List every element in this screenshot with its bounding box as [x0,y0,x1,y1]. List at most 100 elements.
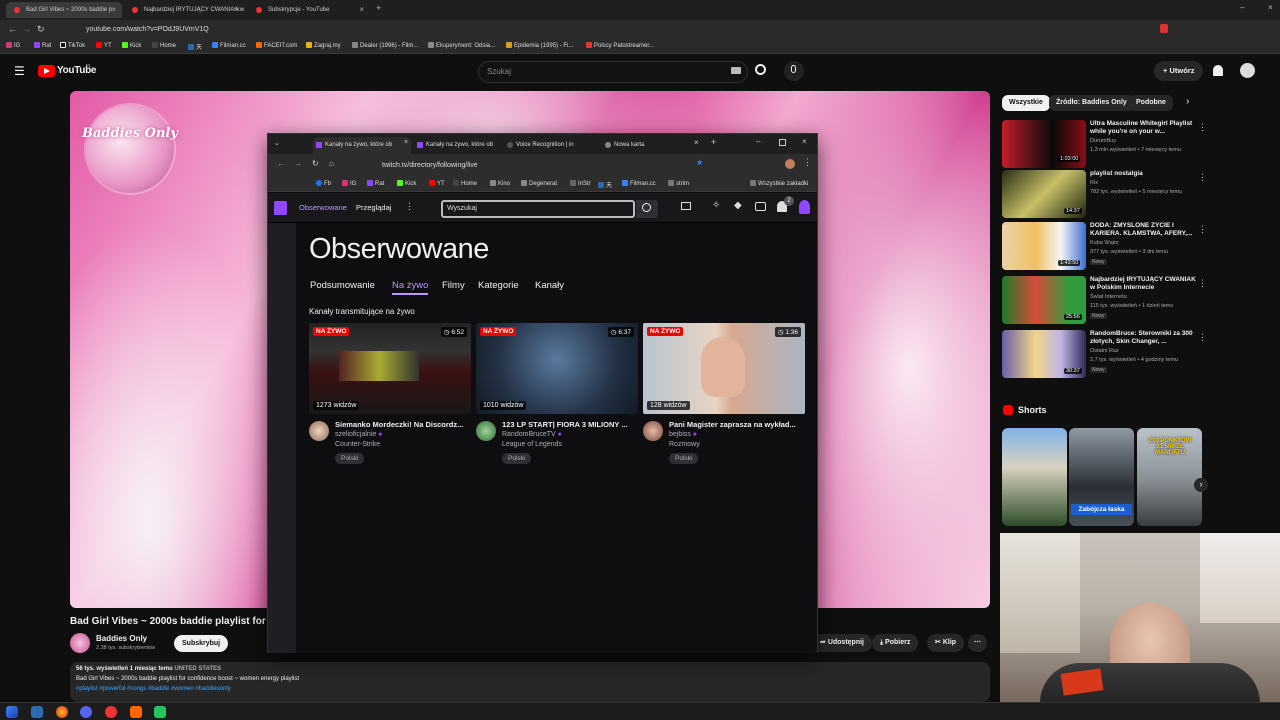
minimize-icon[interactable]: – [1240,3,1244,12]
notifications-bell-icon[interactable] [1213,65,1223,76]
bookmark[interactable]: 天 [188,42,202,51]
description-tags[interactable]: #playlist #powerful #songs #baddie #wome… [76,686,231,692]
bookmark[interactable]: Home [152,42,176,49]
kebab-menu-icon[interactable]: ⋮ [1198,224,1207,235]
tab-summary[interactable]: Podsumowanie [310,280,375,291]
stream-title[interactable]: Pani Magister zaprasza na wykład... [669,420,805,429]
bookmark[interactable]: Epidemia (1995) - Fi... [506,42,573,49]
home-icon[interactable]: ⌂ [329,159,334,168]
short-card[interactable]: 210 PUNKTÓW 31 500 ZŁ MANDATU [1137,428,1202,526]
forward-icon[interactable]: → [22,24,31,34]
bookmark[interactable]: Degenerat [521,180,557,187]
stream-card[interactable]: NA ŻYWO ◷ 6:52 1273 widzów Siemanko Mord… [309,323,471,464]
kebab-menu-icon[interactable]: ⋮ [1198,332,1207,343]
search-input[interactable]: Szukaj [478,61,748,83]
close-icon[interactable]: × [694,138,699,147]
short-card[interactable] [1002,428,1067,526]
chrome-icon[interactable] [56,706,68,718]
recommended-video[interactable]: 30:37 RandomBruce: Sterowniki za 300 zło… [1002,330,1207,380]
app-icon[interactable] [105,706,117,718]
nav-following[interactable]: Obserwowane [299,203,347,212]
bookmark[interactable]: Home [453,180,477,187]
start-menu-icon[interactable] [6,706,18,718]
share-button[interactable]: ➦ Udostępnij [812,634,872,652]
bookmark[interactable]: Fb [316,180,331,187]
bookmark[interactable]: YT [429,180,445,187]
inbox-icon[interactable] [755,202,766,211]
avatar[interactable] [1240,63,1255,78]
chevron-right-icon[interactable]: › [1194,478,1208,492]
create-button[interactable]: + Utwórz [1154,61,1204,81]
reload-icon[interactable]: ↻ [37,24,45,35]
app-icon[interactable] [154,706,166,718]
bookmark[interactable]: Wszystkie zakładki [750,180,808,187]
twitch-tab[interactable]: Nowa karta [602,137,682,154]
bookmark[interactable]: IG [342,180,356,187]
close-icon[interactable]: × [359,2,364,18]
bits-icon[interactable]: ◆ [734,200,742,211]
nav-browse[interactable]: Przeglądaj [356,203,391,212]
profile-icon[interactable] [785,159,795,169]
back-icon[interactable]: ← [8,24,17,34]
brave-shield-icon[interactable] [1160,24,1168,33]
search-icon[interactable] [755,64,766,75]
clip-button[interactable]: ✂ Klip [927,634,965,652]
language-tag[interactable]: Polski [502,453,532,464]
outer-tab[interactable]: Subskrypcje - YouTube × [248,2,370,18]
tab-list-icon[interactable]: ⌄ [274,139,280,147]
bookmark[interactable]: Filman.cc [622,180,656,187]
outer-tab[interactable]: Najbardziej IRYTUJĄCY CWANIAK w × [124,2,246,18]
subscribe-button[interactable]: Subskrybuj [174,635,229,652]
stream-card[interactable]: NA ŻYWO ◷ 1:36 128 widzów Pani Magister … [643,323,805,464]
bookmark[interactable]: TikTok [60,42,85,49]
recommended-video[interactable]: 1:03:00 Ultra Masculine Whitegirl Playli… [1002,120,1207,170]
close-window-icon[interactable]: × [1268,3,1273,12]
menu-icon[interactable]: ☰ [14,64,25,78]
minimize-icon[interactable]: – [756,137,760,146]
tab-videos[interactable]: Filmy [442,280,465,291]
bookmark[interactable]: strim [668,180,689,187]
download-button[interactable]: ⤓ Pobierz [872,634,919,652]
bookmark[interactable]: Rat [367,180,384,187]
channel-avatar[interactable] [643,421,663,441]
kebab-menu-icon[interactable]: ⋮ [1198,122,1207,133]
tab-categories[interactable]: Kategorie [478,280,519,291]
twitch-tab[interactable]: Kanały na żywo, które ob [414,137,499,154]
bookmark[interactable]: Polscy Patostreamer... [586,42,654,49]
bookmark[interactable]: YT [96,42,112,49]
more-actions-button[interactable]: ⋯ [968,634,987,652]
forward-icon[interactable]: → [294,159,302,168]
kebab-menu-icon[interactable]: ⋮ [803,157,812,168]
app-icon[interactable] [31,706,43,718]
language-tag[interactable]: Polski [335,453,365,464]
twitch-search-button[interactable] [636,200,658,218]
bookmark[interactable]: InStr [570,180,591,187]
channel-name[interactable]: szelioficjalnie ● [335,431,382,438]
close-icon[interactable]: × [111,2,116,18]
user-avatar[interactable] [799,200,810,214]
bookmark[interactable]: Rat [34,42,51,49]
description-box[interactable]: 56 tys. wyświetleń 1 miesiąc temu UNITED… [70,662,990,702]
game-name[interactable]: Counter-Strike [335,441,380,448]
voice-search-button[interactable] [784,61,804,81]
star-icon[interactable]: ★ [696,158,703,167]
youtube-logo-icon[interactable] [38,65,55,77]
tab-live[interactable]: Na żywo [392,280,429,295]
close-icon[interactable]: × [235,2,240,18]
brave-icon[interactable] [130,706,142,718]
twitch-tab-active[interactable]: Kanały na żywo, które ob [313,137,411,154]
close-window-icon[interactable]: × [802,137,807,146]
game-name[interactable]: Rozmowy [669,441,700,448]
game-name[interactable]: League of Legends [502,441,562,448]
bookmark[interactable]: IG [6,42,20,49]
tab-channels[interactable]: Kanały [535,280,564,291]
stream-thumbnail[interactable]: NA ŻYWO ◷ 6:37 1010 widzów [476,323,638,414]
recommended-video[interactable]: 1:43:50 DODA: ZMYŚLONE ŻYCIE I KARIERA. … [1002,222,1207,272]
chip-source[interactable]: Źródło: Baddies Only [1049,95,1134,111]
more-icon[interactable]: ⋮ [405,201,414,212]
discord-icon[interactable] [80,706,92,718]
reload-icon[interactable]: ↻ [312,159,319,168]
channel-avatar[interactable] [476,421,496,441]
recommended-video[interactable]: 25:56 Najbardziej IRYTUJĄCY CWANIAK w Po… [1002,276,1207,326]
stream-thumbnail[interactable]: NA ŻYWO ◷ 1:36 128 widzów [643,323,805,414]
